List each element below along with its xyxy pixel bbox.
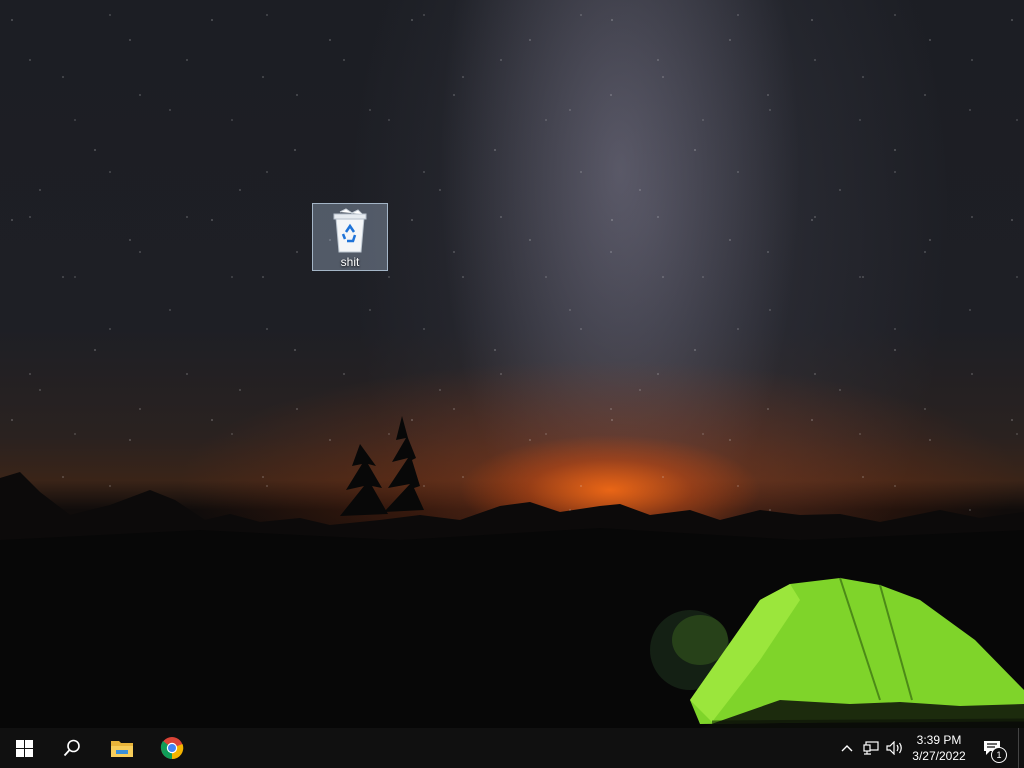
recycle-bin-icon bbox=[333, 208, 367, 253]
chevron-up-icon bbox=[841, 745, 853, 752]
tray-overflow-button[interactable] bbox=[838, 728, 856, 768]
clock-time: 3:39 PM bbox=[916, 733, 962, 747]
taskbar-chrome[interactable] bbox=[148, 728, 196, 768]
volume-button[interactable] bbox=[884, 728, 906, 768]
notification-count-badge: 1 bbox=[991, 747, 1007, 763]
taskbar: 3:39 PM 3/27/2022 bbox=[0, 728, 1024, 768]
volume-icon bbox=[886, 741, 902, 755]
chrome-icon bbox=[160, 737, 184, 760]
desktop-icon-label: shit bbox=[340, 255, 360, 269]
search-button[interactable] bbox=[48, 728, 96, 768]
windows-start-icon bbox=[15, 739, 33, 757]
file-explorer-icon bbox=[111, 741, 133, 757]
network-button[interactable] bbox=[860, 728, 882, 768]
show-desktop-button[interactable] bbox=[1018, 728, 1019, 768]
clock-date: 3/27/2022 bbox=[912, 749, 966, 763]
desktop-icon-recycle-bin[interactable]: shit bbox=[312, 203, 388, 271]
clock-button[interactable]: 3:39 PM 3/27/2022 bbox=[904, 728, 974, 768]
landscape bbox=[0, 416, 1024, 728]
search-icon bbox=[63, 739, 80, 757]
network-icon bbox=[863, 741, 879, 755]
start-button[interactable] bbox=[0, 728, 48, 768]
desktop-wallpaper bbox=[0, 0, 1024, 728]
taskbar-file-explorer[interactable] bbox=[98, 728, 146, 768]
